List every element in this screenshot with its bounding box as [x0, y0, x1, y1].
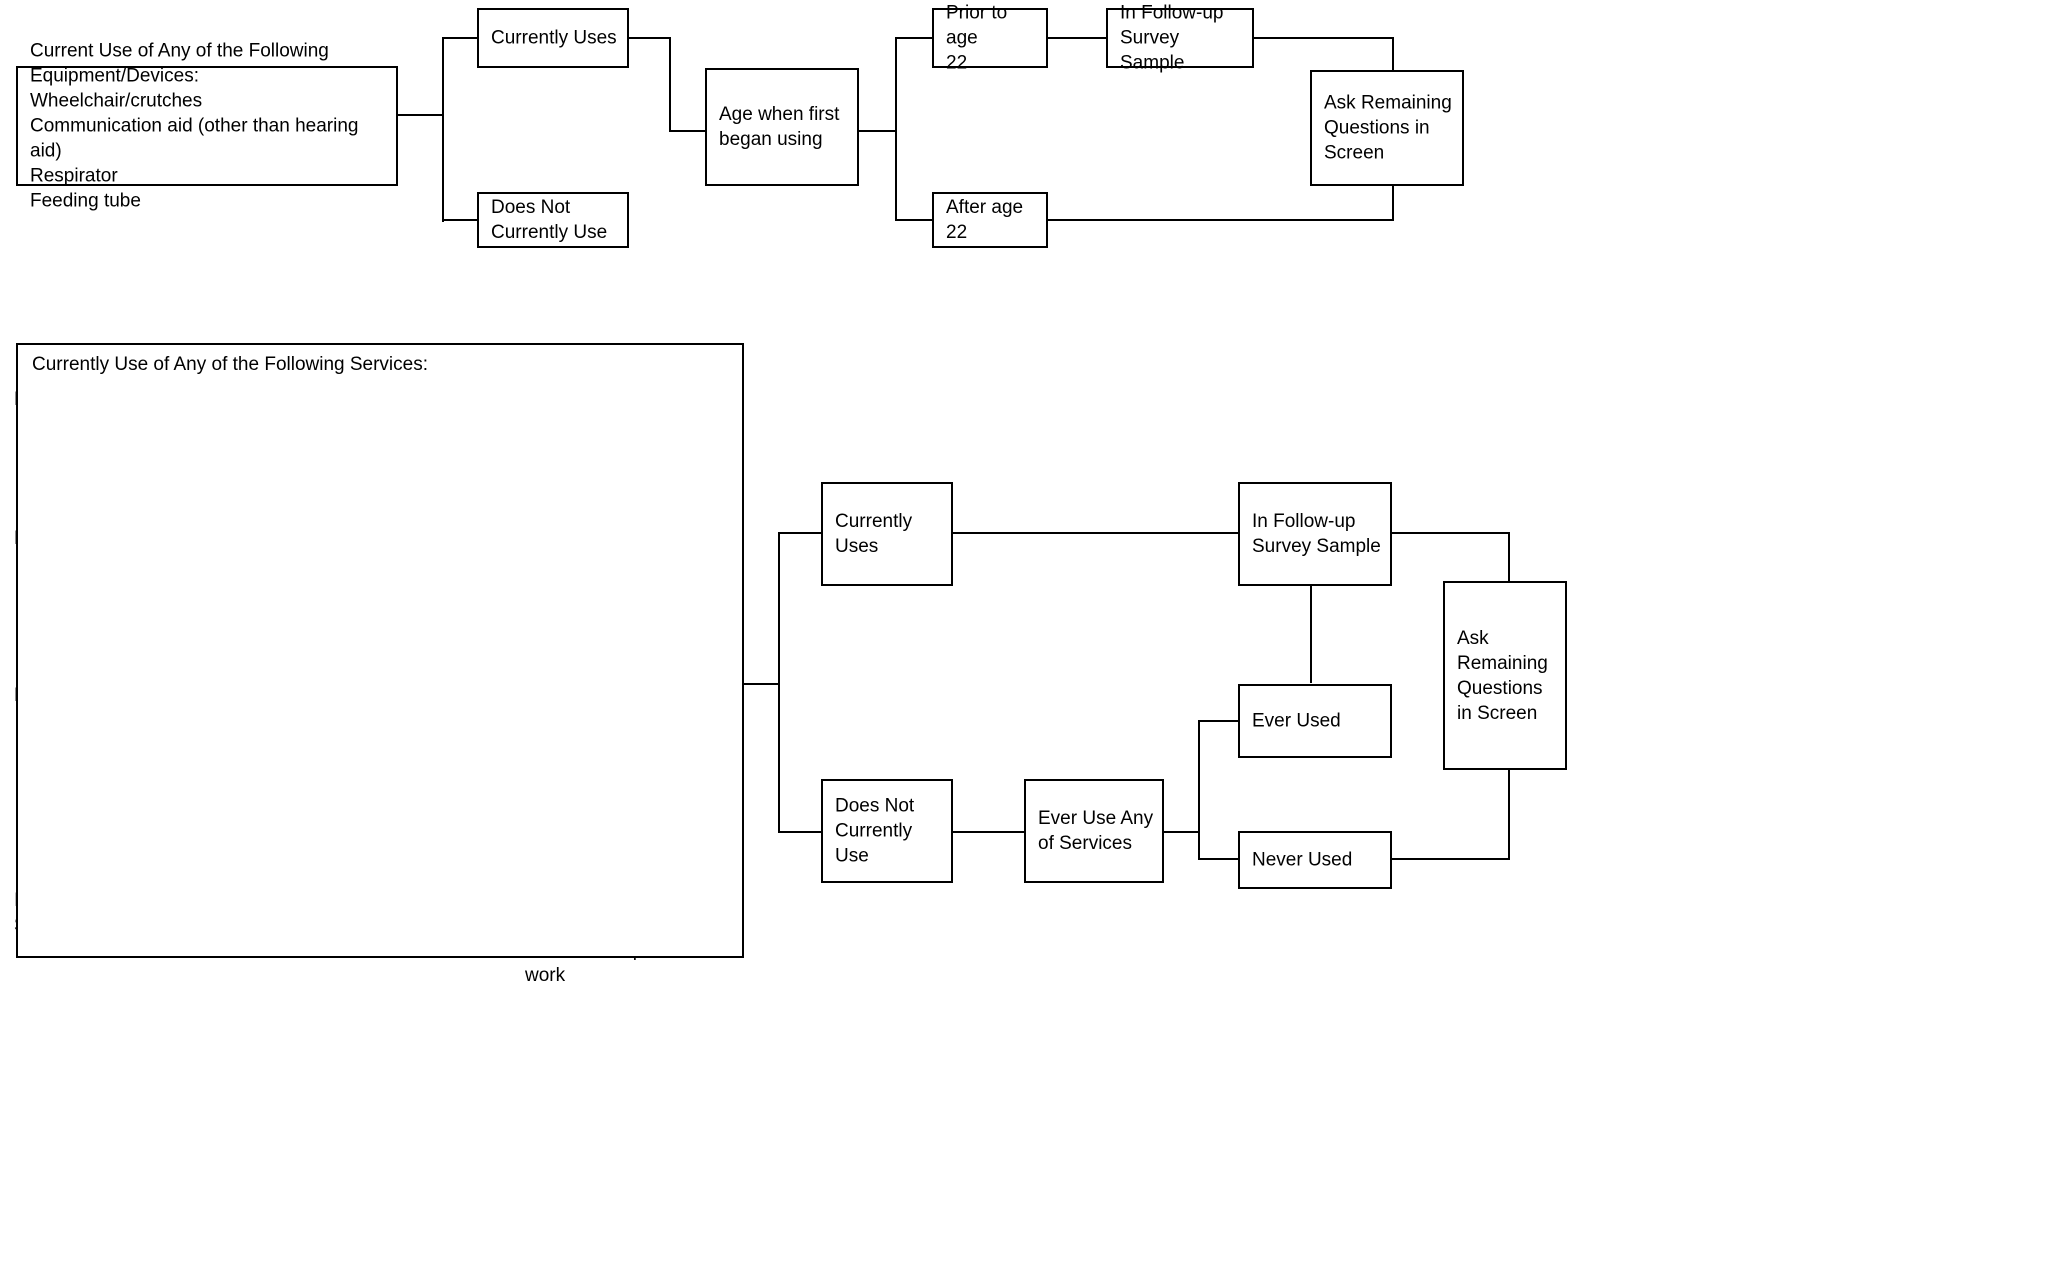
box-bottom-in-followup-survey-sample[interactable]: In Follow-up Survey Sample [1238, 482, 1392, 586]
connector-followup-down-to-ever-used [1310, 586, 1312, 683]
connector-bottom-currently-uses-to-followup [953, 532, 1239, 534]
box-bottom-does-not-currently-use-label: Does Not Currently Use [835, 795, 915, 867]
box-bottom-currently-uses[interactable]: Currently Uses [821, 482, 953, 586]
connector-to-prior-age-22 [895, 37, 933, 39]
box-ever-used[interactable]: Ever Used [1238, 684, 1392, 758]
connector-followup-drop [1392, 37, 1394, 71]
box-age-when-first-began-using[interactable]: Age when first began using [705, 68, 859, 186]
box-never-used[interactable]: Never Used [1238, 831, 1392, 889]
connector-age-out [859, 130, 897, 132]
connector-after-age-to-right [1048, 219, 1394, 221]
box-top-in-followup-survey-sample[interactable]: In Follow-up Survey Sample [1106, 3, 1254, 74]
box-bottom-ask-remaining-questions-label: Ask Remaining Questions in Screen [1457, 627, 1548, 724]
box-never-used-label: Never Used [1252, 849, 1353, 871]
box-prior-to-age-22-label: Prior to age 22 [946, 2, 1008, 74]
box-bottom-currently-uses-label: Currently Uses [835, 511, 913, 557]
connector-after-age-rise [1392, 186, 1394, 220]
connector-does-not-use-to-ever-use [953, 831, 1025, 833]
connector-age-split-vertical [895, 37, 897, 220]
connector-source-to-split [398, 114, 444, 116]
connector-split-vertical [442, 38, 444, 222]
box-top-currently-uses[interactable]: Currently Uses [477, 8, 629, 68]
flowchart-canvas: Current Use of Any of the Following Equi… [0, 0, 2065, 1270]
box-current-use-equipment-label: Current Use of Any of the Following Equi… [30, 40, 359, 212]
connector-never-used-out [1392, 858, 1510, 860]
connector-bottom-split-to-does-not-use [778, 831, 822, 833]
box-bottom-ask-remaining-questions[interactable]: Ask Remaining Questions in Screen [1443, 581, 1567, 770]
connector-split-to-currently-uses [442, 37, 478, 39]
box-prior-to-age-22[interactable]: Prior to age 22 [932, 3, 1048, 74]
connector-ever-use-split-vertical [1198, 721, 1200, 860]
connector-panel-to-split [744, 683, 780, 685]
box-top-ask-remaining-questions[interactable]: Ask Remaining Questions in Screen [1310, 70, 1464, 186]
box-current-use-equipment[interactable]: Current Use of Any of the Following Equi… [16, 41, 398, 212]
box-bottom-does-not-currently-use[interactable]: Does Not Currently Use [821, 779, 953, 883]
box-top-currently-uses-label: Currently Uses [491, 27, 617, 49]
box-top-does-not-currently-use[interactable]: Does Not Currently Use [477, 192, 629, 248]
connector-followup-out [1254, 37, 1394, 39]
connector-to-after-age-22 [895, 219, 933, 221]
connector-bottom-followup-drop [1508, 532, 1510, 582]
connector-currently-uses-out [629, 37, 671, 39]
box-ever-use-any-of-services[interactable]: Ever Use Any of Services [1024, 779, 1164, 883]
connector-bottom-followup-out [1392, 532, 1510, 534]
connector-bottom-split-to-currently-uses [778, 532, 822, 534]
connector-bottom-split-vertical [778, 533, 780, 833]
connector-ever-use-out [1164, 831, 1200, 833]
panel-currently-use-services[interactable]: Currently Use of Any of the Following Se… [16, 343, 744, 958]
box-top-in-followup-survey-sample-label: In Follow-up Survey Sample [1120, 2, 1224, 74]
box-top-ask-remaining-questions-label: Ask Remaining Questions in Screen [1324, 92, 1452, 164]
box-top-does-not-currently-use-label: Does Not Currently Use [491, 197, 608, 243]
connector-into-age-box [669, 130, 706, 132]
box-after-age-22-label: After age 22 [946, 197, 1024, 243]
connector-never-used-rise [1508, 769, 1510, 860]
box-ever-used-label: Ever Used [1252, 710, 1341, 732]
box-ever-use-any-of-services-label: Ever Use Any of Services [1038, 808, 1154, 854]
connector-to-ever-used [1198, 720, 1242, 722]
box-bottom-in-followup-survey-sample-label: In Follow-up Survey Sample [1252, 511, 1381, 557]
connector-split-to-does-not-use [442, 219, 478, 221]
panel-services-title: Currently Use of Any of the Following Se… [32, 354, 429, 375]
connector-currently-uses-drop [669, 37, 671, 132]
connector-to-never-used [1198, 858, 1242, 860]
box-age-when-first-began-using-label: Age when first began using [719, 104, 840, 150]
box-after-age-22[interactable]: After age 22 [932, 192, 1048, 248]
connector-prior-to-followup [1048, 37, 1107, 39]
